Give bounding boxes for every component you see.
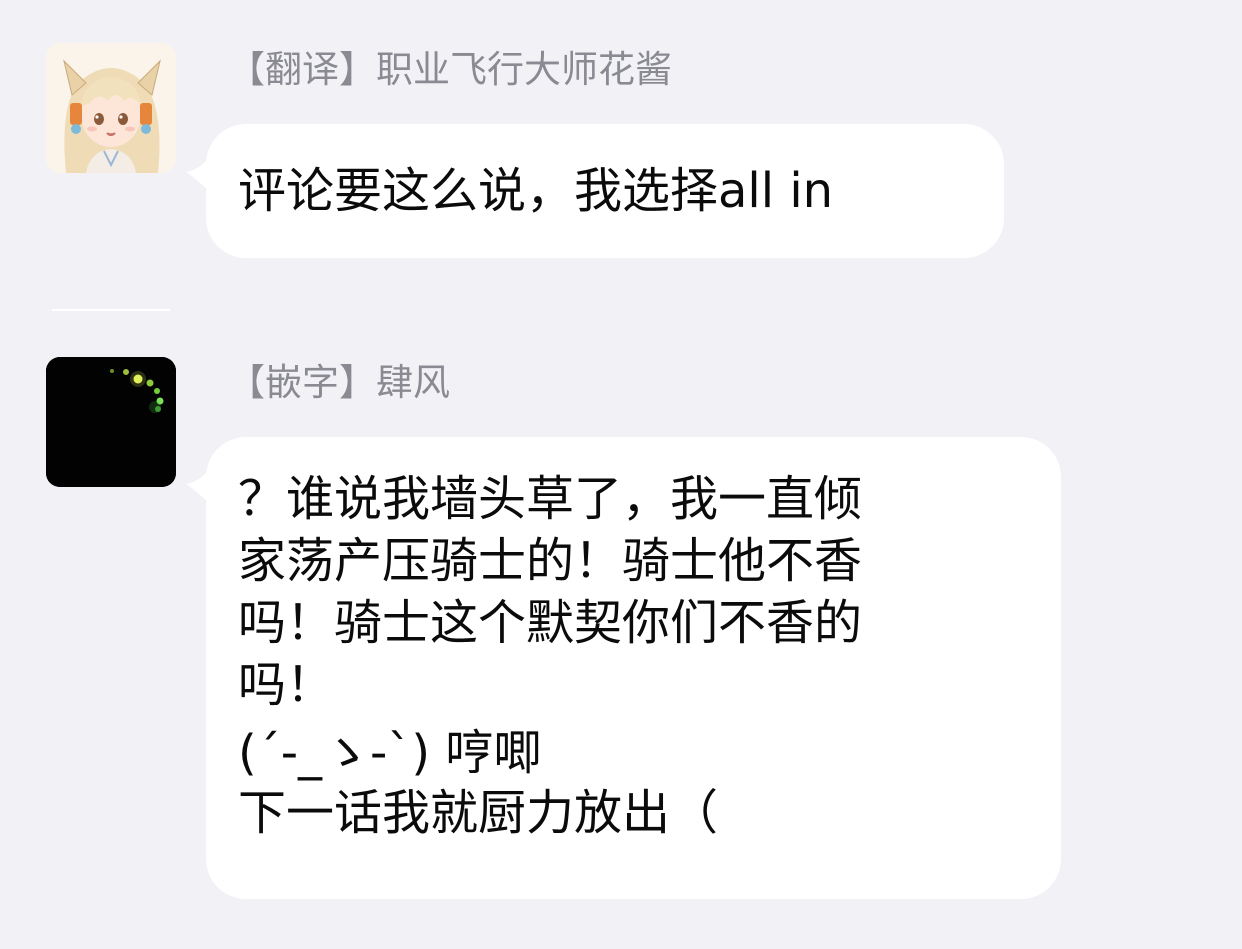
message-text-line: ？谁说我墙头草了，我一直倾 — [238, 471, 863, 527]
avatar[interactable] — [46, 43, 176, 173]
anime-fox-girl-avatar-icon — [46, 43, 176, 173]
message-text-line: (´-_ゝ-`) 哼唧 — [238, 725, 542, 781]
message-bubble[interactable]: 评论要这么说，我选择all in — [206, 124, 1004, 258]
sender-name[interactable]: 【嵌字】肆风 — [228, 355, 450, 411]
message-text-line: 评论要这么说，我选择all in — [238, 163, 834, 219]
dark-fireflies-avatar-icon — [46, 357, 176, 487]
message-bubble[interactable]: ？谁说我墙头草了，我一直倾 家荡产压骑士的！骑士他不香 吗！骑士这个默契你们不香… — [206, 437, 1061, 899]
message-divider — [52, 309, 170, 311]
sender-name[interactable]: 【翻译】职业飞行大师花酱 — [228, 42, 672, 98]
message-text-line: 家荡产压骑士的！骑士他不香 — [238, 533, 863, 589]
avatar[interactable] — [46, 357, 176, 487]
message-text-line: 吗！ — [238, 657, 335, 713]
message-text-line: 吗！骑士这个默契你们不香的 — [238, 595, 863, 651]
message-text-line: 下一话我就厨力放出（ — [238, 785, 719, 841]
